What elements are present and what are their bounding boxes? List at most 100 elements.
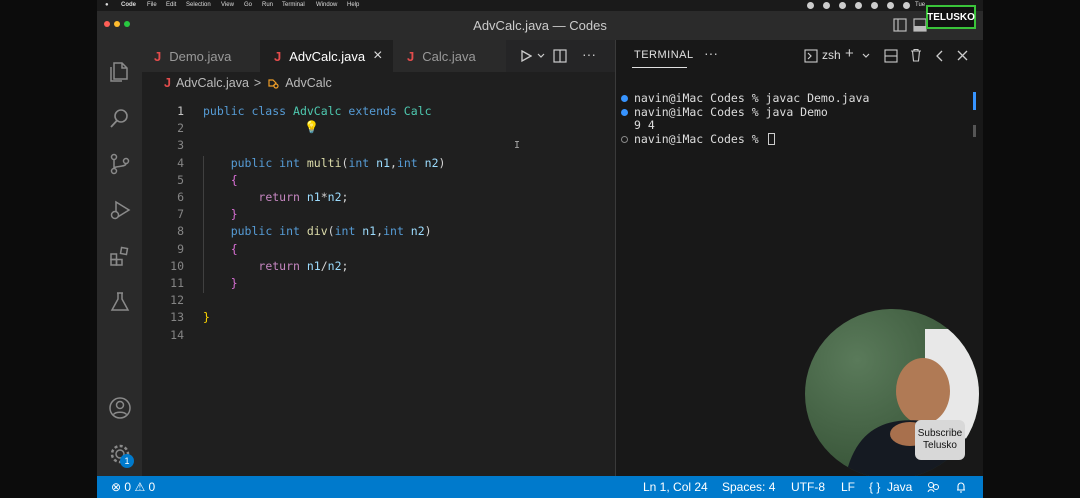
menu-selection[interactable]: Selection (186, 2, 211, 8)
code-token: n2 (410, 224, 425, 239)
line-number: 1 (177, 104, 184, 118)
problems-indicator[interactable]: ⊗ 0 ⚠ 0 (111, 480, 155, 494)
search-icon[interactable] (108, 106, 132, 130)
code-line[interactable]: { (203, 173, 238, 187)
chevron-down-icon[interactable] (537, 53, 545, 59)
trash-icon[interactable] (909, 48, 923, 63)
run-debug-icon[interactable] (108, 198, 132, 222)
subscribe-channel: Telusko (923, 440, 957, 451)
terminal-line: navin@iMac Codes % (634, 132, 775, 146)
menu-app-name[interactable]: Code (121, 2, 136, 8)
language-mode[interactable]: Java (887, 480, 912, 494)
vscode-window: AdvCalc.java — Codes TELUSKO 1 J Demo.ja… (97, 5, 983, 498)
control-center-icon[interactable] (903, 2, 910, 9)
indentation[interactable]: Spaces: 4 (722, 480, 775, 494)
extensions-icon[interactable] (108, 244, 132, 268)
new-terminal-icon[interactable]: + (845, 45, 854, 62)
menu-clock[interactable]: Tue (915, 2, 925, 8)
mouse-ibeam-icon: I (514, 140, 521, 151)
command-decoration-icon[interactable] (621, 135, 628, 143)
status-icon[interactable] (839, 2, 846, 9)
code-token: int (396, 155, 425, 170)
menu-edit[interactable]: Edit (166, 2, 176, 8)
language-braces-icon[interactable]: { } (869, 480, 880, 494)
code-token: } (230, 207, 238, 222)
search-icon[interactable] (887, 2, 894, 9)
class-symbol-icon (268, 79, 279, 89)
cursor-position[interactable]: Ln 1, Col 24 (643, 480, 708, 494)
line-number: 13 (170, 310, 184, 325)
menu-go[interactable]: Go (244, 2, 252, 8)
encoding[interactable]: UTF-8 (791, 480, 825, 494)
status-icon[interactable] (807, 2, 814, 9)
more-actions-icon[interactable]: ··· (582, 46, 596, 62)
menu-terminal[interactable]: Terminal (282, 2, 305, 8)
code-token: n2 (424, 155, 439, 170)
code-line[interactable]: { (203, 242, 238, 256)
run-icon[interactable] (520, 50, 532, 62)
editor-group: J Demo.java J AdvCalc.java × J Calc.java… (142, 40, 658, 476)
code-token: ( (327, 224, 335, 239)
split-editor-icon[interactable] (553, 49, 567, 63)
breadcrumb-symbol[interactable]: AdvCalc (285, 76, 332, 90)
settings-gear-icon[interactable]: 1 (108, 442, 134, 468)
subscribe-button[interactable]: Subscribe Telusko (915, 420, 965, 460)
chevron-left-icon[interactable] (936, 50, 944, 62)
terminal-more-icon[interactable]: ··· (704, 45, 718, 61)
window-title: AdvCalc.java — Codes (473, 18, 607, 33)
menu-help[interactable]: Help (347, 2, 359, 8)
source-control-icon[interactable] (108, 152, 132, 176)
code-line[interactable]: } (203, 310, 210, 324)
code-line[interactable]: public int multi(int n1,int n2) (203, 155, 446, 170)
menu-window[interactable]: Window (316, 2, 337, 8)
tab-advcalc-java[interactable]: J AdvCalc.java × (260, 40, 393, 72)
terminal-line: navin@iMac Codes % javac Demo.java (634, 91, 869, 105)
breadcrumb-file[interactable]: AdvCalc.java (176, 76, 249, 90)
toggle-panel-icon[interactable] (913, 18, 927, 32)
tab-terminal[interactable]: TERMINAL (634, 49, 694, 61)
notifications-bell-icon[interactable] (955, 480, 967, 493)
close-tab-icon[interactable]: × (373, 47, 382, 65)
end-of-line[interactable]: LF (841, 480, 855, 494)
code-token: n2 (327, 258, 342, 273)
menu-file[interactable]: File (147, 2, 157, 8)
tab-label: Demo.java (169, 48, 232, 64)
tab-calc-java[interactable]: J Calc.java (393, 40, 506, 72)
toggle-sidebar-icon[interactable] (893, 18, 907, 32)
bluetooth-icon[interactable] (855, 2, 862, 9)
testing-flask-icon[interactable] (108, 290, 132, 314)
java-file-icon: J (154, 48, 162, 64)
terminal-shell-icon[interactable] (804, 49, 818, 63)
code-line[interactable]: return n1/n2; (203, 259, 348, 273)
code-line[interactable]: public class AdvCalc extends Calc (203, 104, 432, 118)
tab-label: Calc.java (422, 48, 476, 64)
code-line[interactable]: } (203, 276, 238, 290)
code-token: n1 (306, 190, 321, 204)
apple-icon[interactable]: ● (105, 2, 109, 8)
code-line[interactable]: public int div(int n1,int n2) (203, 224, 432, 238)
close-panel-icon[interactable] (957, 50, 968, 61)
status-icon[interactable] (823, 2, 830, 9)
split-terminal-icon[interactable] (884, 49, 898, 63)
code-line[interactable]: } (203, 207, 238, 221)
explorer-icon[interactable] (108, 60, 132, 84)
line-number: 11 (170, 276, 184, 290)
code-line[interactable]: return n1*n2; (203, 190, 348, 204)
java-file-icon: J (274, 48, 282, 64)
wifi-icon[interactable] (871, 2, 878, 9)
menu-run[interactable]: Run (262, 2, 273, 8)
chevron-down-icon[interactable] (862, 53, 870, 59)
code-token: return (258, 258, 307, 273)
lightbulb-icon[interactable]: 💡 (304, 120, 319, 134)
tab-demo-java[interactable]: J Demo.java (142, 40, 260, 72)
terminal-shell-name[interactable]: zsh (822, 48, 841, 62)
error-icon: ⊗ (111, 480, 122, 494)
code-area[interactable]: 1 2 3 4 5 6 7 8 9 10 11 12 13 14 public class AdvCalc … (142, 102, 642, 402)
command-decoration-icon[interactable] (621, 108, 628, 116)
feedback-icon[interactable] (927, 481, 940, 493)
account-icon[interactable] (108, 396, 132, 420)
command-decoration-icon[interactable] (621, 95, 628, 102)
menu-view[interactable]: View (221, 2, 234, 8)
